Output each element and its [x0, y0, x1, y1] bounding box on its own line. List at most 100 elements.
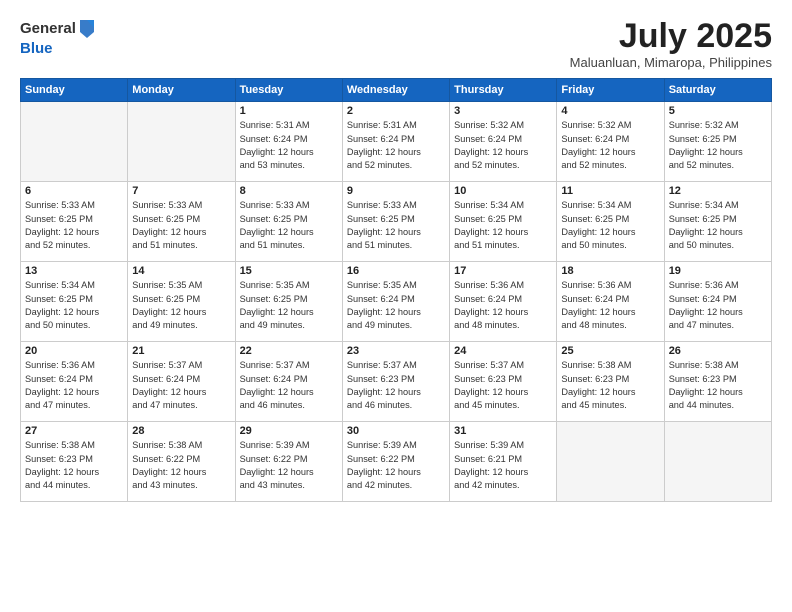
calendar-cell: 5Sunrise: 5:32 AMSunset: 6:25 PMDaylight… — [664, 102, 771, 182]
logo-icon — [78, 18, 96, 40]
day-number: 25 — [561, 345, 659, 357]
day-info: Sunrise: 5:39 AMSunset: 6:22 PMDaylight:… — [240, 439, 338, 492]
day-number: 22 — [240, 345, 338, 357]
day-number: 3 — [454, 105, 552, 117]
calendar-cell: 1 Sunrise: 5:31 AMSunset: 6:24 PMDaylight… — [235, 102, 342, 182]
day-info: Sunrise: 5:34 AMSunset: 6:25 PMDaylight:… — [454, 199, 552, 252]
calendar-cell: 30 Sunrise: 5:39 AMSunset: 6:22 PMDayligh… — [342, 422, 449, 502]
day-info: Sunrise: 5:37 AMSunset: 6:23 PMDaylight:… — [347, 359, 445, 412]
calendar-cell: 8 Sunrise: 5:33 AMSunset: 6:25 PMDaylight… — [235, 182, 342, 262]
day-info: Sunrise: 5:36 AMSunset: 6:24 PMDaylight:… — [669, 279, 767, 332]
day-info: Sunrise: 5:31 AMSunset: 6:24 PMDaylight:… — [347, 119, 445, 172]
calendar-cell — [21, 102, 128, 182]
day-number: 11 — [561, 185, 659, 197]
day-number: 5 — [669, 105, 767, 117]
calendar-cell: 9 Sunrise: 5:33 AMSunset: 6:25 PMDaylight… — [342, 182, 449, 262]
day-number: 23 — [347, 345, 445, 357]
calendar-cell: 23 Sunrise: 5:37 AMSunset: 6:23 PMDayligh… — [342, 342, 449, 422]
day-number: 7 — [132, 185, 230, 197]
day-info: Sunrise: 5:34 AMSunset: 6:25 PMDaylight:… — [669, 199, 767, 252]
calendar-cell — [664, 422, 771, 502]
calendar-table: SundayMondayTuesdayWednesdayThursdayFrid… — [20, 78, 772, 502]
week-row-1: 1 Sunrise: 5:31 AMSunset: 6:24 PMDaylight… — [21, 102, 772, 182]
weekday-header-row: SundayMondayTuesdayWednesdayThursdayFrid… — [21, 79, 772, 102]
day-info: Sunrise: 5:31 AMSunset: 6:24 PMDaylight:… — [240, 119, 338, 172]
day-number: 26 — [669, 345, 767, 357]
day-number: 16 — [347, 265, 445, 277]
day-info: Sunrise: 5:35 AMSunset: 6:24 PMDaylight:… — [347, 279, 445, 332]
day-number: 19 — [669, 265, 767, 277]
day-info: Sunrise: 5:39 AMSunset: 6:22 PMDaylight:… — [347, 439, 445, 492]
day-number: 1 — [240, 105, 338, 117]
day-number: 15 — [240, 265, 338, 277]
title-block: July 2025 Maluanluan, Mimaropa, Philippi… — [570, 18, 772, 70]
calendar-cell: 18 Sunrise: 5:36 AMSunset: 6:24 PMDayligh… — [557, 262, 664, 342]
calendar-cell: 21Sunrise: 5:37 AMSunset: 6:24 PMDayligh… — [128, 342, 235, 422]
day-info: Sunrise: 5:35 AMSunset: 6:25 PMDaylight:… — [132, 279, 230, 332]
weekday-header-saturday: Saturday — [664, 79, 771, 102]
day-info: Sunrise: 5:38 AMSunset: 6:23 PMDaylight:… — [669, 359, 767, 412]
calendar-cell: 4 Sunrise: 5:32 AMSunset: 6:24 PMDaylight… — [557, 102, 664, 182]
week-row-4: 20 Sunrise: 5:36 AMSunset: 6:24 PMDayligh… — [21, 342, 772, 422]
day-number: 13 — [25, 265, 123, 277]
day-number: 18 — [561, 265, 659, 277]
day-info: Sunrise: 5:36 AMSunset: 6:24 PMDaylight:… — [561, 279, 659, 332]
calendar-cell: 26 Sunrise: 5:38 AMSunset: 6:23 PMDayligh… — [664, 342, 771, 422]
calendar-cell: 29 Sunrise: 5:39 AMSunset: 6:22 PMDayligh… — [235, 422, 342, 502]
calendar-cell: 2 Sunrise: 5:31 AMSunset: 6:24 PMDaylight… — [342, 102, 449, 182]
calendar-cell: 14 Sunrise: 5:35 AMSunset: 6:25 PMDayligh… — [128, 262, 235, 342]
day-info: Sunrise: 5:36 AMSunset: 6:24 PMDaylight:… — [25, 359, 123, 412]
weekday-header-sunday: Sunday — [21, 79, 128, 102]
day-info: Sunrise: 5:38 AMSunset: 6:23 PMDaylight:… — [561, 359, 659, 412]
logo-blue: Blue — [20, 40, 96, 58]
calendar-cell: 10 Sunrise: 5:34 AMSunset: 6:25 PMDayligh… — [450, 182, 557, 262]
calendar-cell: 12Sunrise: 5:34 AMSunset: 6:25 PMDayligh… — [664, 182, 771, 262]
day-info: Sunrise: 5:37 AMSunset: 6:24 PMDaylight:… — [240, 359, 338, 412]
day-info: Sunrise: 5:33 AMSunset: 6:25 PMDaylight:… — [240, 199, 338, 252]
day-number: 14 — [132, 265, 230, 277]
day-info: Sunrise: 5:34 AMSunset: 6:25 PMDaylight:… — [561, 199, 659, 252]
logo-general: General — [20, 20, 76, 38]
weekday-header-tuesday: Tuesday — [235, 79, 342, 102]
week-row-3: 13Sunrise: 5:34 AMSunset: 6:25 PMDayligh… — [21, 262, 772, 342]
day-number: 17 — [454, 265, 552, 277]
calendar-cell: 31 Sunrise: 5:39 AMSunset: 6:21 PMDayligh… — [450, 422, 557, 502]
day-number: 29 — [240, 425, 338, 437]
day-info: Sunrise: 5:39 AMSunset: 6:21 PMDaylight:… — [454, 439, 552, 492]
day-info: Sunrise: 5:36 AMSunset: 6:24 PMDaylight:… — [454, 279, 552, 332]
calendar-cell: 28Sunrise: 5:38 AMSunset: 6:22 PMDayligh… — [128, 422, 235, 502]
day-info: Sunrise: 5:32 AMSunset: 6:24 PMDaylight:… — [454, 119, 552, 172]
calendar-cell: 17 Sunrise: 5:36 AMSunset: 6:24 PMDayligh… — [450, 262, 557, 342]
day-info: Sunrise: 5:33 AMSunset: 6:25 PMDaylight:… — [347, 199, 445, 252]
page: General Blue July 2025 Maluanluan, Mimar… — [0, 0, 792, 612]
day-number: 4 — [561, 105, 659, 117]
header: General Blue July 2025 Maluanluan, Mimar… — [20, 18, 772, 70]
day-number: 10 — [454, 185, 552, 197]
month-title: July 2025 — [570, 18, 772, 55]
calendar-cell: 16 Sunrise: 5:35 AMSunset: 6:24 PMDayligh… — [342, 262, 449, 342]
location: Maluanluan, Mimaropa, Philippines — [570, 55, 772, 70]
day-number: 2 — [347, 105, 445, 117]
day-number: 6 — [25, 185, 123, 197]
day-info: Sunrise: 5:33 AMSunset: 6:25 PMDaylight:… — [25, 199, 123, 252]
day-number: 9 — [347, 185, 445, 197]
day-number: 21 — [132, 345, 230, 357]
calendar-cell: 20 Sunrise: 5:36 AMSunset: 6:24 PMDayligh… — [21, 342, 128, 422]
day-number: 30 — [347, 425, 445, 437]
calendar-cell: 15 Sunrise: 5:35 AMSunset: 6:25 PMDayligh… — [235, 262, 342, 342]
day-number: 27 — [25, 425, 123, 437]
calendar-cell: 25 Sunrise: 5:38 AMSunset: 6:23 PMDayligh… — [557, 342, 664, 422]
day-info: Sunrise: 5:35 AMSunset: 6:25 PMDaylight:… — [240, 279, 338, 332]
weekday-header-friday: Friday — [557, 79, 664, 102]
week-row-5: 27 Sunrise: 5:38 AMSunset: 6:23 PMDayligh… — [21, 422, 772, 502]
day-info: Sunrise: 5:32 AMSunset: 6:24 PMDaylight:… — [561, 119, 659, 172]
logo: General Blue — [20, 18, 96, 58]
day-number: 31 — [454, 425, 552, 437]
calendar-cell: 6 Sunrise: 5:33 AMSunset: 6:25 PMDaylight… — [21, 182, 128, 262]
day-number: 8 — [240, 185, 338, 197]
weekday-header-thursday: Thursday — [450, 79, 557, 102]
day-number: 28 — [132, 425, 230, 437]
day-info: Sunrise: 5:38 AMSunset: 6:23 PMDaylight:… — [25, 439, 123, 492]
day-number: 20 — [25, 345, 123, 357]
calendar-cell: 3 Sunrise: 5:32 AMSunset: 6:24 PMDaylight… — [450, 102, 557, 182]
